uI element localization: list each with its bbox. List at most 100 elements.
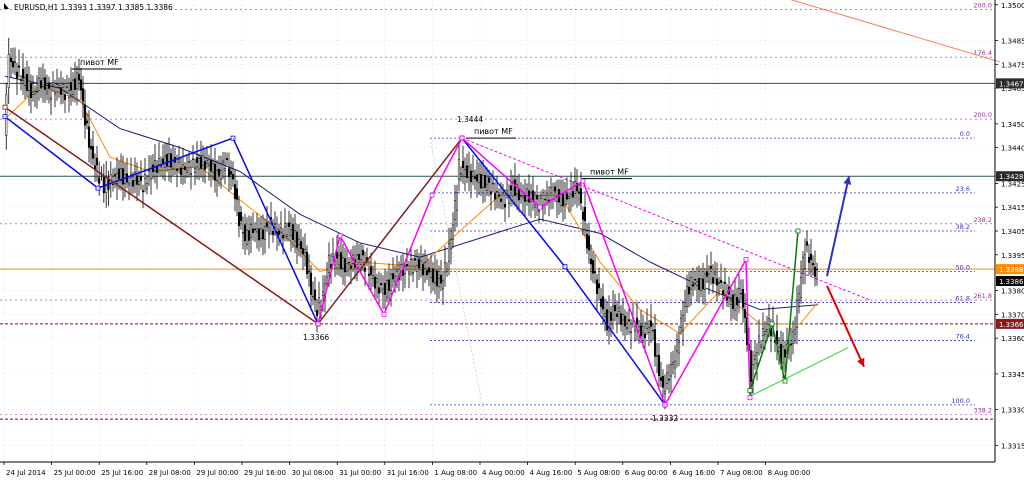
candle-body <box>795 300 799 329</box>
candle-body <box>243 224 247 241</box>
fibo-extension-label: 200.0 <box>973 2 992 10</box>
candle-body <box>513 179 517 196</box>
candle-body <box>313 289 317 301</box>
candle-body <box>247 230 251 241</box>
candle-body <box>305 251 309 275</box>
candle-body <box>59 87 63 95</box>
candle-body <box>39 80 43 89</box>
y-tick-label: 1.3500 <box>1001 2 1024 10</box>
candle-body <box>503 203 507 208</box>
candle-body <box>509 185 513 191</box>
candle-body <box>719 279 723 283</box>
y-tick-label: 1.3415 <box>1001 204 1024 212</box>
candle-body <box>447 243 451 262</box>
candle-body <box>445 268 449 272</box>
candle-body <box>715 278 719 286</box>
candle-body <box>497 194 501 197</box>
candle-body <box>98 177 101 184</box>
candle-body <box>585 234 589 249</box>
candle-body <box>375 278 379 283</box>
candle-body <box>127 182 131 186</box>
candle-body <box>461 160 465 169</box>
candle-body <box>439 274 443 284</box>
candle-body <box>667 378 671 381</box>
candle-body <box>413 258 417 261</box>
candle-body <box>69 82 73 91</box>
x-tick-label: 25 Jul 00:00 <box>54 469 96 477</box>
pattern-vertex-marker <box>747 388 753 393</box>
swing-price-label: 1.3444 <box>457 115 483 124</box>
candle-body <box>349 265 353 269</box>
candle-body <box>815 269 819 271</box>
candle-body <box>241 232 245 234</box>
fibo-level-label: 76.4 <box>956 333 970 341</box>
candle-body <box>617 307 621 313</box>
candle-body <box>113 174 117 176</box>
candle-body <box>469 170 473 183</box>
y-tick-label: 1.3440 <box>1001 145 1024 153</box>
candle-body <box>343 258 347 273</box>
candle-body <box>29 83 33 99</box>
candle-body <box>663 390 667 395</box>
candle-body <box>53 92 57 95</box>
candle-body <box>591 260 595 274</box>
candle-body <box>477 173 481 184</box>
candle-body <box>43 77 47 90</box>
candle-body <box>231 174 235 180</box>
candle-body <box>291 224 295 240</box>
candle-body <box>797 293 801 301</box>
candle-body <box>723 281 727 284</box>
candle-body <box>623 315 627 327</box>
y-tick-label: 1.3330 <box>1001 407 1024 415</box>
fibo-level-label: 50.0 <box>956 263 970 271</box>
x-tick-label: 29 Jul 00:00 <box>196 469 238 477</box>
candle-body <box>17 65 21 68</box>
candle-body <box>597 283 601 289</box>
candle-body <box>279 227 283 233</box>
candle-body <box>561 193 565 207</box>
candle-body <box>251 228 255 233</box>
candle-body <box>535 195 539 200</box>
candle-body <box>259 228 263 240</box>
candle-body <box>543 199 547 201</box>
chart-header-ohlc: EURUSD,H1 1.3393 1.3397 1.3385 1.3386 <box>14 3 173 12</box>
candle-body <box>301 248 305 255</box>
candle-body <box>791 331 795 345</box>
price-chart[interactable]: 0.0 23.6 38.2 50.0 61.8 76.4 100.0 200.0 176.4 20… <box>0 0 1024 482</box>
candle-body <box>633 328 637 332</box>
candle-body <box>285 234 289 237</box>
pattern-vertex-marker <box>429 192 435 198</box>
candle-body <box>91 146 95 159</box>
x-tick-label: 8 Aug 00:00 <box>768 469 811 477</box>
price-axis-badge-label: 1.3428 <box>999 173 1024 181</box>
candle-body <box>495 191 499 193</box>
x-tick-label: 7 Aug 08:00 <box>720 469 763 477</box>
candle-body <box>51 82 55 86</box>
candle-body <box>25 74 29 91</box>
candle-body <box>193 168 197 173</box>
candle-body <box>177 159 181 163</box>
candle-body <box>683 302 687 307</box>
y-tick-label: 1.3475 <box>1001 61 1024 69</box>
candle-body <box>691 283 695 287</box>
candle-body <box>625 327 629 330</box>
y-tick-label: 1.3405 <box>1001 228 1024 236</box>
fibo-extension-label: 261.8 <box>973 292 992 300</box>
candle-body <box>295 231 299 248</box>
candle-body <box>121 168 125 185</box>
candle-body <box>85 120 89 124</box>
candle-body <box>143 174 147 179</box>
candle-body <box>675 339 679 352</box>
candle-body <box>307 270 311 273</box>
candle-body <box>621 314 625 321</box>
candle-body <box>387 279 391 291</box>
candle-body <box>405 263 409 267</box>
candle-body <box>725 297 729 301</box>
candle-body <box>391 273 395 280</box>
candle-body <box>185 170 189 173</box>
candle-body <box>15 71 19 79</box>
candle-body <box>729 300 733 305</box>
candle-body <box>491 183 495 185</box>
candle-body <box>21 68 25 79</box>
candle-body <box>593 271 597 274</box>
